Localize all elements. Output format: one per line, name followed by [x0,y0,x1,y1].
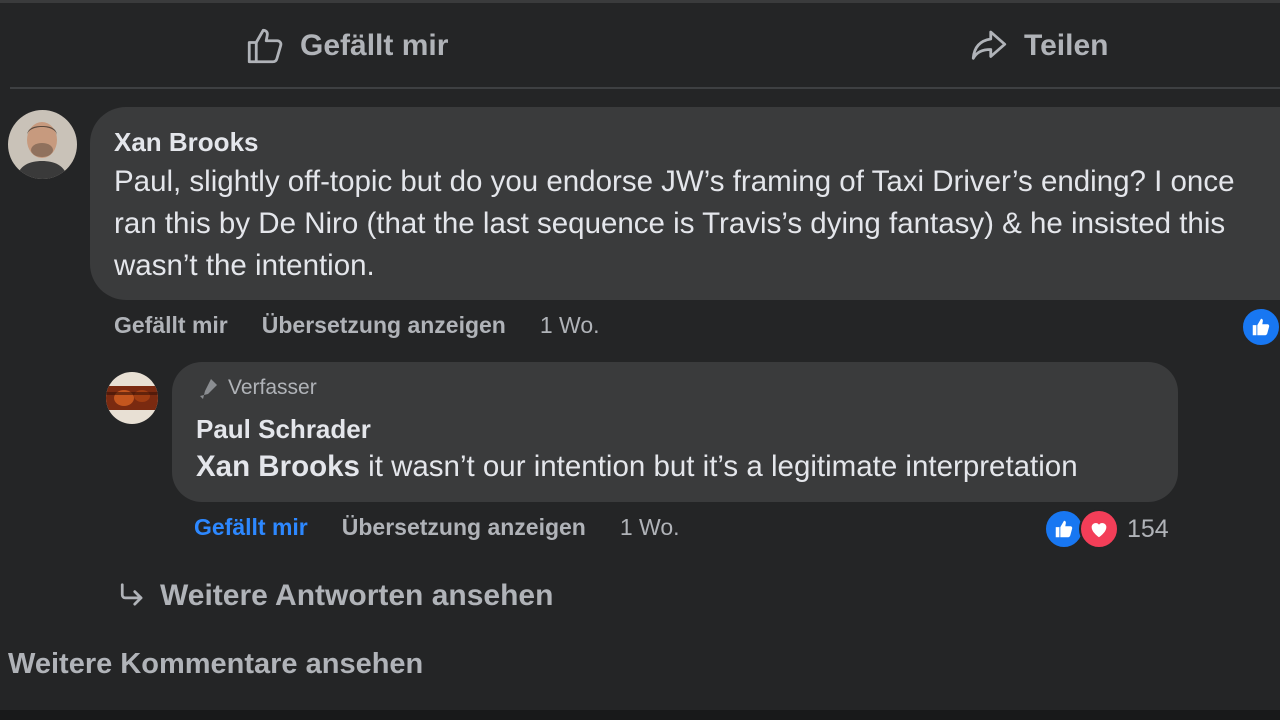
bottom-border [0,710,1280,720]
reply-text: Xan Brooks it wasn’t our intention but i… [196,450,1078,484]
reply-body: it wasn’t our intention but it’s a legit… [359,450,1078,483]
share-post-button[interactable]: Teilen [968,22,1108,70]
author-badge-label: Verfasser [228,376,317,399]
avatar-image [106,372,158,424]
post-action-bar: Gefällt mir Teilen [0,0,1280,88]
author-badge: Verfasser [196,376,317,400]
reaction-count[interactable]: 154 [1127,515,1169,544]
comment-timestamp[interactable]: 1 Wo. [540,312,600,339]
reply-heart-reaction[interactable] [1079,509,1119,549]
avatar-xan-brooks[interactable] [8,110,77,179]
avatar-image [8,110,77,179]
reply-translate-link[interactable]: Übersetzung anzeigen [342,514,586,541]
thumbs-up-icon [247,28,283,64]
reply-like-button[interactable]: Gefällt mir [194,514,308,541]
share-icon [971,30,1007,60]
more-comments-link[interactable]: Weitere Kommentare ansehen [8,648,423,681]
comment-like-button[interactable]: Gefällt mir [114,312,228,339]
action-bar-divider [10,87,1280,89]
reply-bubble: Verfasser Paul Schrader Xan Brooks it wa… [172,362,1178,502]
reply-meta-row: Gefällt mir Übersetzung anzeigen 1 Wo. [194,514,680,541]
comment-reaction-badge[interactable] [1241,307,1280,347]
share-post-label: Teilen [1024,29,1109,62]
reply-timestamp[interactable]: 1 Wo. [620,514,680,541]
reply-mention[interactable]: Xan Brooks [196,450,360,483]
comment-bubble: Xan Brooks Paul, slightly off-topic but … [90,107,1280,300]
like-post-label: Gefällt mir [300,29,449,62]
reply-author[interactable]: Paul Schrader [196,414,371,445]
reply-arrow-icon [120,583,143,606]
heart-reaction-icon [1091,523,1107,538]
reply-like-reaction[interactable] [1044,509,1084,549]
pen-icon [199,379,217,399]
like-reaction-icon [1055,520,1073,538]
comment-translate-link[interactable]: Übersetzung anzeigen [262,312,506,339]
comment-text: Paul, slightly off-topic but do you endo… [114,165,1235,282]
avatar-paul-schrader[interactable] [106,372,158,424]
like-reaction-icon [1252,318,1270,336]
more-replies-label: Weitere Antworten ansehen [160,579,554,612]
like-post-button[interactable]: Gefällt mir [244,22,448,70]
comment-author[interactable]: Xan Brooks [114,127,259,158]
more-replies-link[interactable]: Weitere Antworten ansehen [116,579,553,613]
comment-meta-row: Gefällt mir Übersetzung anzeigen 1 Wo. [114,312,600,339]
